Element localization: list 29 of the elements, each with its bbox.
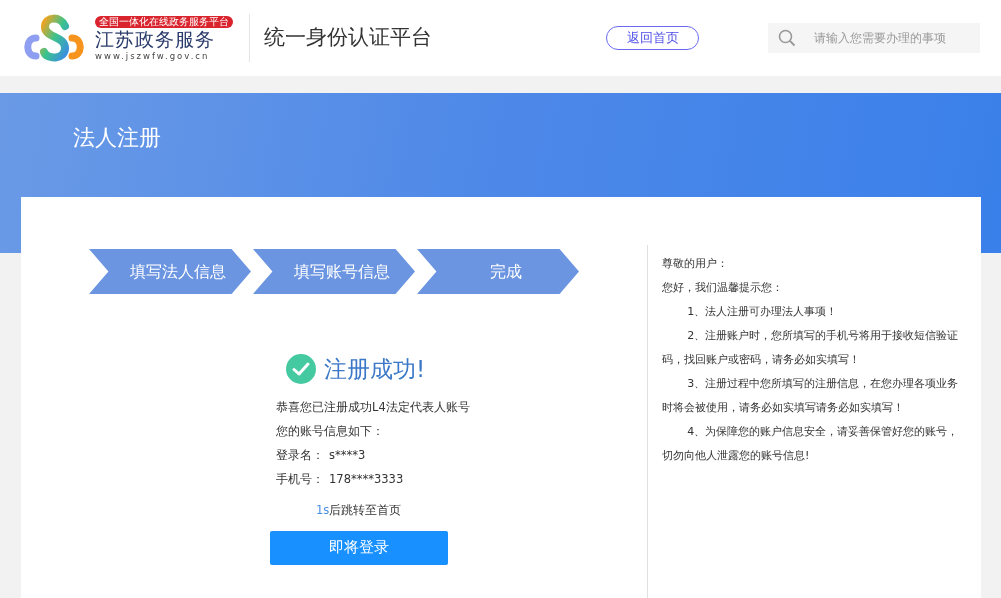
notice-item: 3、注册过程中您所填写的注册信息，在您办理各项业务时将会被使用，请务必如实填写请务必如实填写！ <box>662 376 960 416</box>
info-heading: 您的账号信息如下： <box>276 422 385 440</box>
notice-item: 4、为保障您的账户信息安全，请妥善保管好您的账号，切勿向他人泄露您的账号信息! <box>662 424 960 464</box>
field-value: s****3 <box>329 446 366 464</box>
field-label: 手机号： <box>276 470 325 488</box>
progress-step: 填写账号信息 <box>253 249 415 294</box>
field-label: 登录名： <box>276 446 325 464</box>
success-title: 注册成功! <box>324 355 426 384</box>
page-title: 法人注册 <box>72 124 162 152</box>
slogan-badge: 全国一体化在线政务服务平台 <box>95 15 233 28</box>
search-icon <box>768 23 806 53</box>
redirect-text: 后跳转至首页 <box>329 501 402 519</box>
field-value: 178****3333 <box>329 470 404 488</box>
platform-title: 统一身份认证平台 <box>264 24 432 52</box>
success-check-icon <box>286 354 316 385</box>
site-url: www.jszwfw.gov.cn <box>95 50 210 61</box>
notice-item: 2、注册账户时，您所填写的手机号将用于接收短信验证码，找回账户或密码，请务必如实填写！ <box>662 328 960 368</box>
notice-greeting: 尊敬的用户： <box>662 256 729 272</box>
countdown-timer: 1s <box>316 501 330 519</box>
notice-intro: 您好，我们温馨提示您： <box>662 280 784 296</box>
home-button[interactable]: 返回首页 <box>606 26 699 50</box>
logo-drawing <box>21 12 87 64</box>
site-name: 江苏政务服务 <box>95 27 215 51</box>
notice-item: 1、法人注册可办理法人事项！ <box>686 304 839 320</box>
progress-step: 填写法人信息 <box>89 249 251 294</box>
progress-step: 完成 <box>417 249 579 294</box>
success-message: 恭喜您已注册成功L4法定代表人账号 <box>276 398 471 416</box>
search-field[interactable]: 请输入您需要办理的事项 <box>806 23 980 53</box>
login-button[interactable]: 即将登录 <box>270 530 448 565</box>
